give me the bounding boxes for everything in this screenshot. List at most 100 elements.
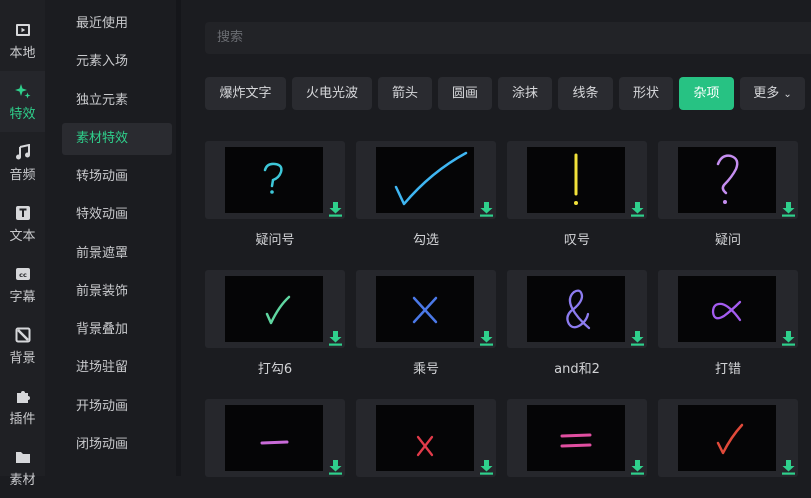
submenu-item[interactable]: 前景装饰: [62, 276, 172, 308]
tab-label: 杂项: [693, 86, 720, 101]
tab-lines[interactable]: 线条: [558, 77, 613, 110]
folder-icon: [14, 448, 32, 466]
effect-thumbnail: [507, 399, 647, 477]
tab-circles[interactable]: 圆画: [438, 77, 492, 110]
tab-smear[interactable]: 涂抹: [498, 77, 552, 110]
equals-icon: [560, 433, 592, 448]
effect-thumbnail: [658, 399, 798, 477]
rail-label: 本地: [9, 45, 36, 61]
effect-label: 乘号: [412, 362, 439, 377]
effect-card[interactable]: 勾选: [356, 141, 496, 248]
download-icon[interactable]: [630, 330, 645, 346]
effect-card[interactable]: 打错: [658, 270, 798, 377]
download-icon[interactable]: [328, 459, 343, 475]
exclamation-icon: [574, 153, 578, 205]
rail-item-local[interactable]: 本地: [0, 10, 45, 71]
effect-card[interactable]: 疑问: [658, 141, 798, 248]
text-t-icon: [14, 204, 32, 222]
rail-label: 素材: [9, 472, 36, 488]
effect-card[interactable]: 疑问号: [205, 141, 345, 248]
effect-card[interactable]: 叹号: [507, 141, 647, 248]
rail-item-effects[interactable]: 特效: [0, 71, 45, 132]
effect-label: 疑问: [714, 233, 741, 248]
download-icon[interactable]: [630, 201, 645, 217]
cross-icon: [412, 296, 438, 324]
effect-card[interactable]: 乘号: [356, 270, 496, 377]
download-icon[interactable]: [630, 459, 645, 475]
effect-label: 打错: [714, 362, 741, 377]
effect-label: 打勾6: [257, 362, 293, 377]
rail-label: 特效: [9, 106, 36, 122]
svg-text:cc: cc: [19, 271, 27, 279]
effect-thumbnail: [205, 270, 345, 348]
rail-item-subtitle[interactable]: cc 字幕: [0, 254, 45, 315]
effects-submenu: 最近使用 元素入场 独立元素 素材特效 转场动画 特效动画 前景遮罩 前景装饰 …: [45, 0, 176, 476]
tab-shapes[interactable]: 形状: [619, 77, 673, 110]
download-icon[interactable]: [328, 330, 343, 346]
checkmark-small-icon: [265, 295, 291, 325]
background-slash-icon: [14, 326, 32, 344]
submenu-item[interactable]: 转场动画: [62, 161, 172, 193]
submenu-item[interactable]: 元素入场: [62, 46, 172, 78]
rail-label: 背景: [9, 350, 36, 366]
tab-label: 更多: [753, 86, 780, 101]
submenu-item[interactable]: 最近使用: [62, 8, 172, 40]
effect-card[interactable]: [658, 399, 798, 487]
download-icon[interactable]: [479, 330, 494, 346]
tab-label: 爆炸文字: [219, 86, 272, 101]
rail-label: 字幕: [9, 289, 36, 305]
submenu-item[interactable]: 特效动画: [62, 199, 172, 231]
film-icon: [14, 21, 32, 39]
submenu-item[interactable]: 背景叠加: [62, 314, 172, 346]
panel-divider[interactable]: [176, 0, 181, 476]
tab-label: 圆画: [451, 86, 478, 101]
rail-item-audio[interactable]: 音频: [0, 132, 45, 193]
rail-item-background[interactable]: 背景: [0, 315, 45, 376]
submenu-item-active[interactable]: 素材特效: [62, 123, 172, 155]
tab-explosion-text[interactable]: 爆炸文字: [205, 77, 286, 110]
tab-label: 形状: [632, 86, 659, 101]
checkmark-large-icon: [394, 151, 468, 206]
effect-card[interactable]: 打勾6: [205, 270, 345, 377]
effect-thumbnail: [205, 141, 345, 219]
effect-card[interactable]: [205, 399, 345, 487]
submenu-item[interactable]: 前景遮罩: [62, 238, 172, 270]
effect-label: 疑问号: [255, 233, 295, 248]
rail-label: 文本: [9, 228, 36, 244]
download-icon[interactable]: [781, 459, 796, 475]
download-icon[interactable]: [781, 330, 796, 346]
rail-item-materials[interactable]: 素材: [0, 437, 45, 498]
effect-label: 叹号: [563, 233, 590, 248]
dash-icon: [260, 440, 289, 445]
left-rail: 本地 特效 音频 文本 cc 字幕 背景 插件 素材: [0, 0, 45, 488]
effect-thumbnail: [356, 270, 496, 348]
tab-arrows[interactable]: 箭头: [378, 77, 432, 110]
effect-card[interactable]: [507, 399, 647, 487]
effect-thumbnail: [507, 141, 647, 219]
search-input[interactable]: 搜索: [205, 22, 811, 54]
tab-label: 涂抹: [511, 86, 538, 101]
download-icon[interactable]: [479, 459, 494, 475]
submenu-item[interactable]: 独立元素: [62, 85, 172, 117]
music-note-icon: [14, 143, 32, 161]
cc-icon: cc: [14, 265, 32, 283]
effect-thumbnail: [356, 399, 496, 477]
effect-thumbnail: [507, 270, 647, 348]
download-icon[interactable]: [328, 201, 343, 217]
effect-card[interactable]: [356, 399, 496, 487]
tab-fire-lightning[interactable]: 火电光波: [292, 77, 372, 110]
submenu-item[interactable]: 闭场动画: [62, 429, 172, 461]
effect-card[interactable]: and和2: [507, 270, 647, 377]
tab-misc[interactable]: 杂项: [679, 77, 734, 110]
tab-more-dropdown[interactable]: 更多 ⌄: [740, 77, 805, 110]
download-icon[interactable]: [479, 201, 494, 217]
download-icon[interactable]: [781, 201, 796, 217]
tab-label: 箭头: [391, 86, 418, 101]
rail-label: 音频: [9, 167, 36, 183]
submenu-item[interactable]: 开场动画: [62, 391, 172, 423]
submenu-item[interactable]: 进场驻留: [62, 352, 172, 384]
effect-thumbnail: [356, 141, 496, 219]
rail-item-text[interactable]: 文本: [0, 193, 45, 254]
rail-item-plugins[interactable]: 插件: [0, 376, 45, 437]
cross-small-icon: [416, 435, 434, 457]
